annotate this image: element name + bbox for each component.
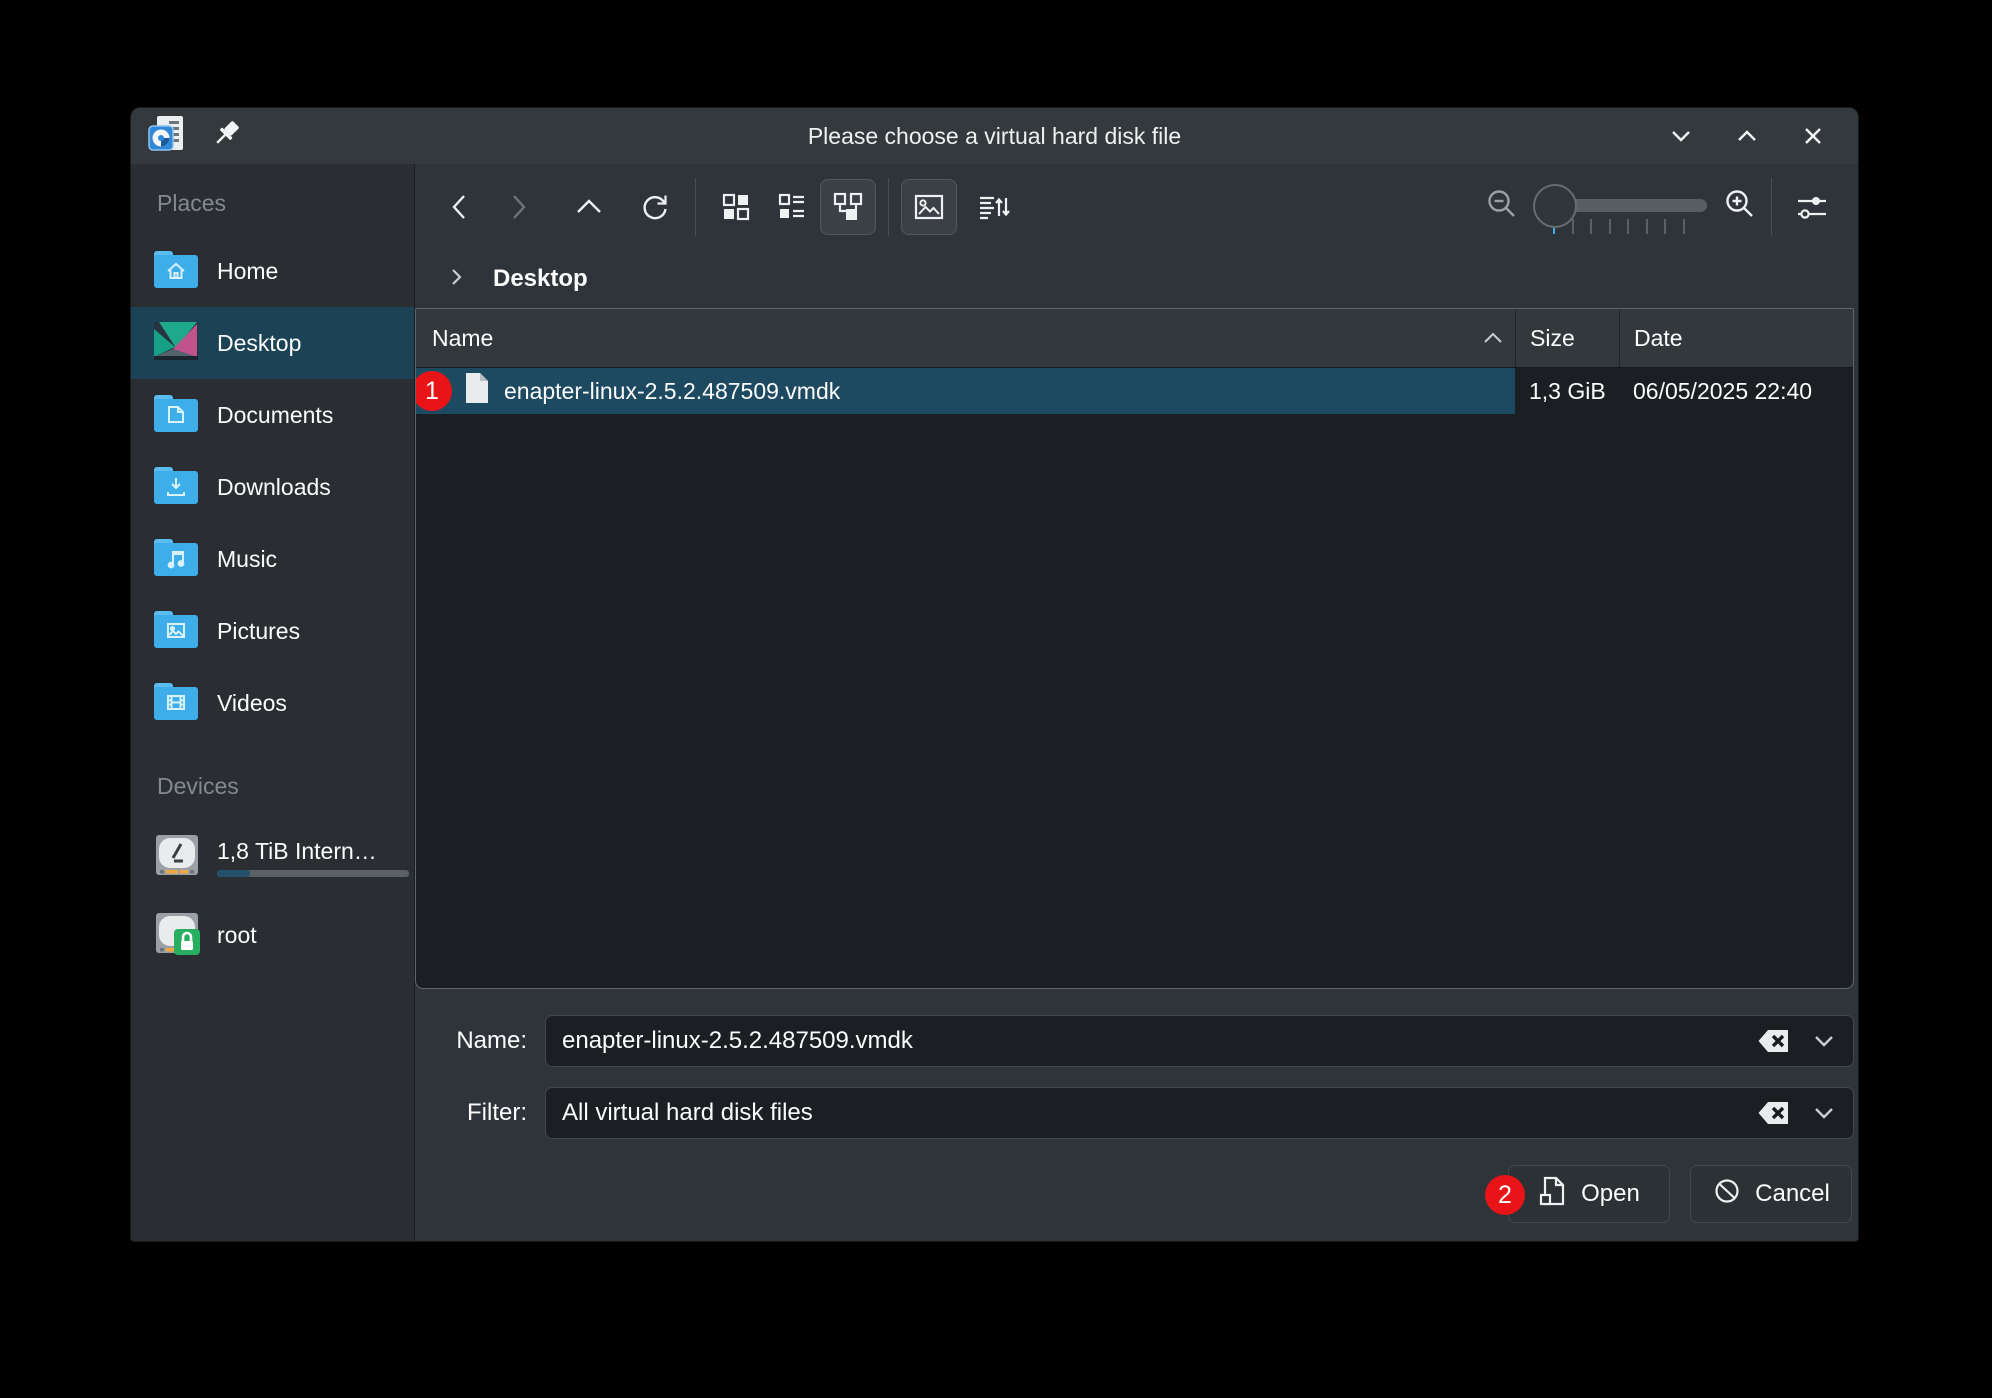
toolbar-separator [888,178,889,236]
name-field-label: Name: [435,1027,527,1055]
breadcrumb-current-folder[interactable]: Desktop [493,265,588,293]
cancel-icon [1712,1176,1742,1213]
file-size: 1,3 GiB [1515,378,1619,405]
column-header-size[interactable]: Size [1515,309,1619,367]
downloads-folder-icon [153,465,199,510]
window-title: Please choose a virtual hard disk file [131,123,1858,150]
filter-field-label: Filter: [435,1099,527,1127]
file-name: enapter-linux-2.5.2.487509.vmdk [504,378,840,405]
toolbar [415,164,1854,250]
device-label: 1,8 TiB Intern… [217,838,409,865]
toolbar-separator [695,178,696,236]
devices-section-label: Devices [131,773,414,818]
sidebar-item-downloads[interactable]: Downloads [131,451,414,523]
clear-filter-icon[interactable] [1757,1100,1791,1126]
refresh-button[interactable] [627,179,683,235]
sidebar-device-internal-disk[interactable]: 1,8 TiB Intern… [131,818,414,896]
pictures-folder-icon [153,609,199,654]
dialog-buttons: 2 Open [415,1159,1854,1223]
lock-emblem [174,929,200,955]
tree-view-button[interactable] [820,179,876,235]
maximize-icon[interactable] [1732,121,1762,151]
name-dropdown-chevron-icon[interactable] [1811,1028,1837,1054]
open-button[interactable]: 2 Open [1508,1165,1670,1223]
pin-icon[interactable] [209,117,243,156]
zoom-slider-handle[interactable] [1533,184,1577,228]
device-label: root [217,922,257,949]
sidebar-item-documents[interactable]: Documents [131,379,414,451]
sidebar-item-label: Pictures [217,618,300,645]
breadcrumb: Desktop [415,250,1854,308]
file-date: 06/05/2025 22:40 [1619,378,1853,405]
filter-select-value: All virtual hard disk files [562,1099,1757,1127]
annotation-badge-2: 2 [1485,1175,1525,1215]
column-header-date[interactable]: Date [1619,309,1853,367]
sidebar-item-label: Music [217,546,277,573]
places-panel: Places Home [131,164,415,1241]
sort-ascending-icon [1481,329,1505,347]
file-icon [464,372,490,410]
close-icon[interactable] [1798,121,1828,151]
compact-view-button[interactable] [764,179,820,235]
sidebar-item-videos[interactable]: Videos [131,667,414,739]
places-section-label: Places [131,190,414,235]
disk-capacity-bar [217,870,409,877]
cancel-button[interactable]: Cancel [1690,1165,1852,1223]
clear-name-icon[interactable] [1757,1028,1791,1054]
filter-select[interactable]: All virtual hard disk files [545,1087,1854,1139]
name-input-value: enapter-linux-2.5.2.487509.vmdk [562,1027,1757,1055]
sidebar-item-music[interactable]: Music [131,523,414,595]
sidebar-item-pictures[interactable]: Pictures [131,595,414,667]
back-button[interactable] [433,179,489,235]
filter-dropdown-chevron-icon[interactable] [1811,1100,1837,1126]
home-folder-icon [153,249,199,294]
sidebar-device-root[interactable]: root [131,896,414,974]
hard-drive-icon [153,831,201,884]
table-header: Name Size Date [416,309,1853,367]
name-input[interactable]: enapter-linux-2.5.2.487509.vmdk [545,1015,1854,1067]
up-button[interactable] [561,179,617,235]
zoom-out-icon[interactable] [1483,186,1521,229]
vmdk-app-icon [147,114,187,159]
sidebar-item-label: Downloads [217,474,331,501]
sidebar-item-label: Home [217,258,278,285]
forward-button[interactable] [489,179,545,235]
music-folder-icon [153,537,199,582]
icons-view-button[interactable] [708,179,764,235]
sort-button[interactable] [965,179,1021,235]
sidebar-item-label: Desktop [217,330,301,357]
annotation-badge-1: 1 [415,371,452,411]
options-button[interactable] [1784,179,1840,235]
sidebar-item-desktop[interactable]: Desktop [131,307,414,379]
sidebar-item-label: Videos [217,690,287,717]
videos-folder-icon [153,681,199,726]
file-dialog-window: Please choose a virtual hard disk file P… [130,107,1859,1242]
zoom-in-icon[interactable] [1721,186,1759,229]
column-header-name[interactable]: Name [416,309,1515,367]
encrypted-drive-icon [153,909,201,962]
open-file-icon [1538,1175,1568,1214]
breadcrumb-chevron-icon[interactable] [445,266,467,293]
documents-folder-icon [153,393,199,438]
zoom-slider[interactable] [1535,179,1707,235]
sidebar-item-label: Documents [217,402,333,429]
minimize-icon[interactable] [1666,121,1696,151]
file-row-selected[interactable]: 1 enapter-linux-2.5.2.487509.vmdk 1,3 Gi… [416,368,1853,414]
file-list-view: Name Size Date 1 [415,308,1854,989]
titlebar[interactable]: Please choose a virtual hard disk file [131,108,1858,164]
toolbar-separator [1771,178,1772,236]
file-form: Name: enapter-linux-2.5.2.487509.vmdk [415,989,1854,1159]
sidebar-item-home[interactable]: Home [131,235,414,307]
desktop-thumbnail-icon [153,321,199,366]
preview-toggle-button[interactable] [901,179,957,235]
